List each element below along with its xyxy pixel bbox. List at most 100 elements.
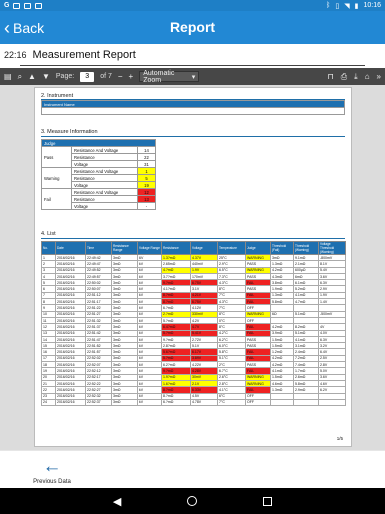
bookmark-icon[interactable]: ⌂ xyxy=(365,72,370,82)
vibrate-icon: ▯ xyxy=(335,2,340,10)
list-column-header: Voltage xyxy=(190,241,218,255)
judge-table: Judge Pass Resistance And Voltage 14 Resis… xyxy=(41,139,156,210)
list-column-header: Time xyxy=(85,241,112,255)
judge-value: 19 xyxy=(137,181,156,189)
battery-icon: ▮ xyxy=(354,2,359,10)
table-cell: 6.?mΩ xyxy=(161,398,191,407)
table-cell: kV xyxy=(137,398,162,407)
judge-group: Fail xyxy=(41,188,72,210)
judge-value: 12 xyxy=(137,188,156,196)
table-cell: 7°C xyxy=(217,398,246,407)
zoom-value: Automatic Zoom xyxy=(143,69,175,84)
status-time: 10:16 xyxy=(363,2,381,9)
bottom-bar: ← Previous Data xyxy=(0,450,385,488)
judge-group: Warning xyxy=(41,167,72,189)
page-count: of 7 xyxy=(100,73,112,80)
list-column-header: Date xyxy=(55,241,86,255)
print-icon[interactable]: ⎙ xyxy=(341,72,347,82)
download-icon[interactable]: ⤓ xyxy=(354,72,358,82)
table-cell xyxy=(270,398,294,407)
judge-label: Resistance xyxy=(71,195,138,203)
judge-value: 13 xyxy=(137,195,156,203)
notification-icon xyxy=(13,2,21,9)
page-number-input[interactable]: 3 xyxy=(80,71,95,82)
status-bar: G ᛒ ▯ ◥ ▮ 10:16 xyxy=(0,0,385,11)
notification-icon xyxy=(24,2,32,9)
list-column-header: Temperature xyxy=(217,241,246,255)
judge-label: Resistance xyxy=(71,174,138,182)
table-cell xyxy=(318,398,346,407)
section-underline xyxy=(41,238,345,239)
next-page-icon[interactable]: ▼ xyxy=(42,72,50,81)
list-column-header: Resistance Range xyxy=(111,241,138,255)
app-bar: ‹ Back Report xyxy=(0,11,385,44)
arrow-left-icon: ← xyxy=(42,456,62,477)
notification-icon xyxy=(35,2,43,9)
system-nav-bar: ◀ xyxy=(0,488,385,514)
pdf-viewer[interactable]: 2. Instrument Instrument Name 3. Measure… xyxy=(0,85,385,450)
table-cell: 2016/02/16 xyxy=(55,398,86,407)
judge-value: 1 xyxy=(137,167,156,175)
judge-label: Resistance And Voltage xyxy=(71,188,138,196)
list-column-header: Voltage Range xyxy=(137,241,162,255)
table-cell: 4.78V xyxy=(190,398,218,407)
table-cell: OFF xyxy=(245,398,271,407)
judge-label: Resistance And Voltage xyxy=(71,167,138,175)
section-list-heading: 4. List xyxy=(41,231,56,237)
search-icon[interactable]: ⌕ xyxy=(18,72,22,82)
bluetooth-icon: ᛒ xyxy=(326,2,331,9)
gmail-icon: G xyxy=(4,2,10,9)
section-measure-heading: 3. Measure Information xyxy=(41,129,98,135)
judge-label: Voltage xyxy=(71,202,138,210)
instrument-table: Instrument Name xyxy=(41,100,345,115)
zoom-in-button[interactable]: + xyxy=(129,72,134,81)
judge-label: Resistance xyxy=(71,153,138,161)
list-column-header: Resistance xyxy=(161,241,191,255)
nav-recents-icon[interactable] xyxy=(263,496,273,506)
divider xyxy=(20,65,365,66)
instrument-value xyxy=(41,107,345,115)
zoom-select[interactable]: Automatic Zoom ▾ xyxy=(139,69,200,84)
page-label: Page: xyxy=(55,73,75,80)
judge-value: 31 xyxy=(137,160,156,168)
list-body: 1 2016/02/16 22:49:42 3mΩ 6V 1.3?mΩ 4.37V 25°C W… xyxy=(41,253,346,407)
page-number: 1/5 xyxy=(336,436,343,441)
judge-value: 14 xyxy=(137,146,156,154)
judge-value: 22 xyxy=(137,153,156,161)
measurement-list-table: No. Date Time Resistance Range Voltage Range… xyxy=(41,241,346,407)
report-name: Measurement Report xyxy=(32,49,136,61)
list-header-row: No. Date Time Resistance Range Voltage Range… xyxy=(41,241,346,255)
judge-label: Voltage xyxy=(71,160,138,168)
previous-data-label: Previous Data xyxy=(33,479,71,485)
wifi-icon: ◥ xyxy=(344,2,350,10)
pdf-toolbar: ▤ ⌕ ▲ ▼ Page: 3 of 7 − + Automatic Zoom … xyxy=(0,68,385,85)
list-column-header: Threshold (Warning) xyxy=(293,241,319,255)
chevron-down-icon: ▾ xyxy=(191,73,196,81)
tools-icon[interactable]: » xyxy=(377,72,381,82)
table-cell xyxy=(293,398,319,407)
table-row: 24 2016/02/16 22:52:37 3mΩ kV 6.?mΩ 4.78V 7°C OF… xyxy=(41,398,346,407)
judge-label: Resistance And Voltage xyxy=(71,146,138,154)
pdf-page: 2. Instrument Instrument Name 3. Measure… xyxy=(34,87,352,447)
list-column-header: Threshold (Fail) xyxy=(270,241,294,255)
table-cell: 24 xyxy=(41,398,56,407)
list-column-header: Judge xyxy=(245,241,271,255)
open-file-icon[interactable]: ⊓ xyxy=(328,72,334,82)
judge-value: - xyxy=(137,202,156,210)
nav-home-icon[interactable] xyxy=(187,496,198,506)
page-title: Report xyxy=(169,19,216,35)
nav-back-icon[interactable]: ◀ xyxy=(113,495,121,508)
previous-data-button[interactable]: ← Previous Data xyxy=(22,456,82,485)
report-time: 22:16 xyxy=(4,50,27,60)
previous-page-icon[interactable]: ▲ xyxy=(28,72,36,81)
list-column-header: No. xyxy=(41,241,56,255)
section-underline xyxy=(41,136,345,137)
judge-header: Judge xyxy=(41,139,156,147)
report-header: 22:16 Measurement Report xyxy=(0,44,385,66)
table-cell: 22:52:37 xyxy=(85,398,112,407)
judge-value: 5 xyxy=(137,174,156,182)
list-column-header: Voltage Threshold (Warning) xyxy=(318,241,346,255)
sidebar-toggle-icon[interactable]: ▤ xyxy=(4,72,12,81)
instrument-header: Instrument Name xyxy=(41,100,345,108)
zoom-out-button[interactable]: − xyxy=(118,72,123,81)
